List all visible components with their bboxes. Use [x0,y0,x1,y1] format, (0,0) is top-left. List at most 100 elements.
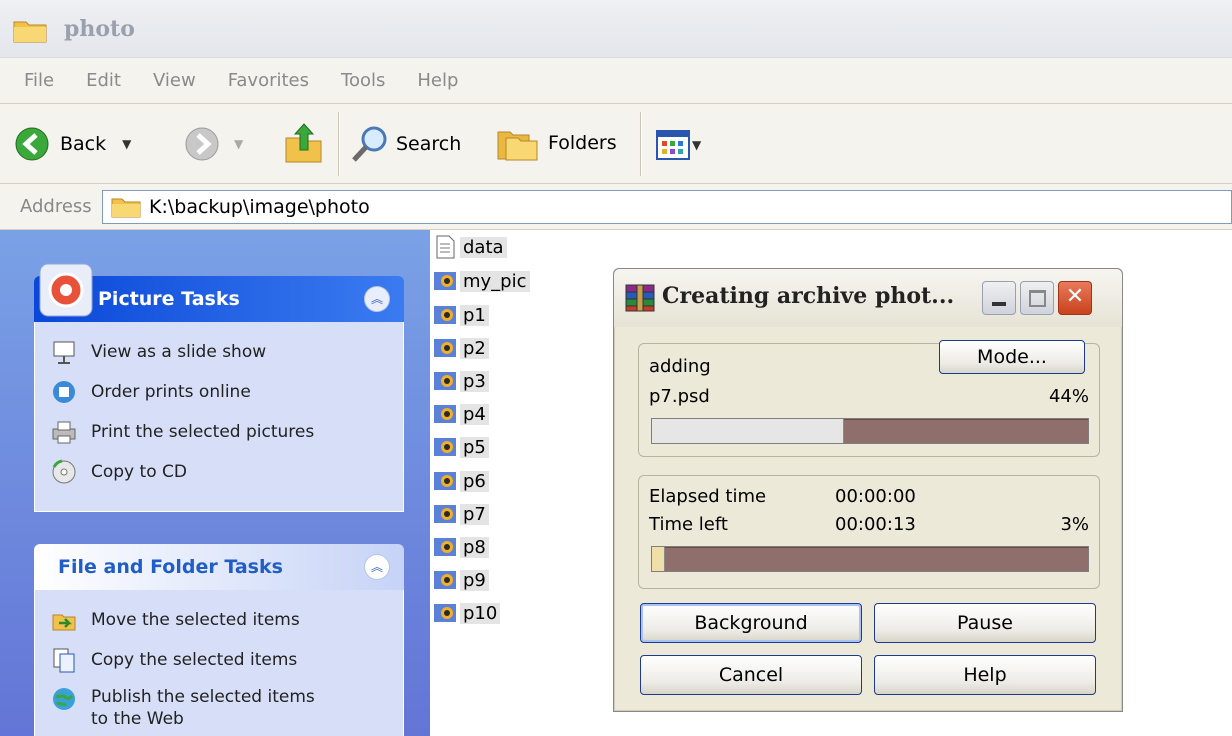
list-item[interactable]: p9 [432,565,489,595]
close-button[interactable]: ✕ [1058,281,1092,315]
image-file-icon [434,571,456,589]
file-folder-tasks-body: Move the selected items Copy the selecte… [34,590,404,736]
help-button[interactable]: Help [874,655,1096,695]
slideshow-icon [53,341,75,364]
task-order-prints[interactable]: Order prints online [51,372,387,412]
folders-button[interactable]: Folders [496,124,617,162]
task-copy-items[interactable]: Copy the selected items [51,640,387,680]
file-folder-tasks-panel: File and Folder Tasks ︽ Move the selecte… [34,544,404,736]
menu-tools[interactable]: Tools [341,70,385,91]
image-file-icon [434,306,456,324]
order-prints-icon [53,381,75,403]
address-label: Address [20,196,92,217]
explorer-window: { "window": { "title": "photo" }, "menu"… [0,0,1232,736]
minimize-button[interactable] [982,281,1016,315]
mode-button[interactable]: Mode... [939,340,1085,374]
list-item[interactable]: p1 [432,300,489,330]
address-bar: Address K:\backup\image\photo [0,184,1232,230]
up-folder-button[interactable] [284,122,324,164]
menu-help[interactable]: Help [417,70,458,91]
address-field[interactable]: K:\backup\image\photo [102,190,1232,224]
total-progress-bar [651,546,1089,572]
elapsed-value: 00:00:00 [835,486,916,507]
file-progress-bar [651,418,1089,444]
task-copy-to-cd[interactable]: Copy to CD [51,452,387,492]
image-file-icon [434,438,456,456]
maximize-button[interactable] [1020,281,1054,315]
image-file-icon [434,405,456,423]
list-item[interactable]: p2 [432,333,489,363]
folder-icon [111,198,141,218]
move-icon [52,614,76,631]
background-button[interactable]: Background [640,603,862,643]
menu-bar: File Edit View Favorites Tools Help [0,58,1232,104]
file-folder-tasks-title: File and Folder Tasks [58,556,283,578]
archive-progress-dialog: Creating archive phot... ✕ Mode... addin… [613,268,1123,712]
list-item[interactable]: p4 [432,399,489,429]
time-left-value: 00:00:13 [835,514,916,535]
menu-favorites[interactable]: Favorites [228,70,309,91]
action-text: adding [649,356,711,377]
image-file-icon [434,505,456,523]
menu-edit[interactable]: Edit [86,70,121,91]
toolbar-separator [338,112,340,176]
image-file-icon [434,272,456,290]
window-title: photo [64,16,135,42]
cancel-button[interactable]: Cancel [640,655,862,695]
search-icon [352,126,387,162]
folders-icon [497,131,538,161]
task-publish-web[interactable]: Publish the selected items to the Web [51,680,387,730]
publish-web-icon [53,688,75,710]
text-file-icon [436,235,455,259]
printer-icon [52,421,76,444]
task-pane: Picture Tasks ︽ View as a slide show Ord… [0,230,430,736]
list-item[interactable]: p5 [432,432,489,462]
folder-icon [13,21,47,43]
list-item[interactable]: data [432,232,507,262]
pause-button[interactable]: Pause [874,603,1096,643]
collapse-chevron-icon[interactable]: ︽ [364,286,390,312]
picture-tasks-icon [39,263,93,317]
views-icon [656,130,690,160]
list-item[interactable]: p7 [432,499,489,529]
picture-tasks-title: Picture Tasks [98,288,240,310]
image-file-icon [434,372,456,390]
dialog-title: Creating archive phot... [662,283,955,309]
views-button[interactable]: ▼ [656,130,701,160]
task-view-slideshow[interactable]: View as a slide show [51,332,387,372]
list-item[interactable]: p6 [432,466,489,496]
list-item[interactable]: p3 [432,366,489,396]
total-progress-group: Elapsed time 00:00:00 Time left 00:00:13… [638,475,1100,589]
list-item[interactable]: my_pic [432,266,530,296]
image-file-icon [434,339,456,357]
cd-icon [52,459,76,484]
views-dropdown-icon[interactable]: ▼ [692,138,701,152]
forward-button[interactable]: ▼ [184,126,243,162]
task-print-pictures[interactable]: Print the selected pictures [51,412,387,452]
toolbar-separator [640,112,642,176]
collapse-chevron-icon[interactable]: ︽ [364,554,390,580]
total-progress-fill [652,547,666,571]
back-arrow-icon [15,127,49,161]
back-dropdown-icon[interactable]: ▼ [122,137,131,151]
menu-file[interactable]: File [24,70,54,91]
forward-dropdown-icon[interactable]: ▼ [234,137,243,151]
task-move-items[interactable]: Move the selected items [51,600,387,640]
list-item[interactable]: p8 [432,532,489,562]
file-folder-tasks-header[interactable]: File and Folder Tasks ︽ [34,544,404,590]
folders-label: Folders [548,132,617,154]
time-left-label: Time left [649,514,728,535]
elapsed-label: Elapsed time [649,486,767,507]
toolbar: Back ▼ ▼ Search Folders ▼ [0,104,1232,184]
file-progress-group: Mode... adding p7.psd 44% [638,340,1100,457]
search-button[interactable]: Search [350,124,461,164]
address-path: K:\backup\image\photo [149,196,370,218]
current-file: p7.psd [649,386,710,407]
menu-view[interactable]: View [153,70,196,91]
dialog-title-bar[interactable]: Creating archive phot... ✕ [614,269,1122,327]
image-file-icon [434,538,456,556]
back-label: Back [60,133,107,155]
back-button[interactable]: Back ▼ [14,126,131,162]
title-bar: photo [0,0,1232,58]
list-item[interactable]: p10 [432,598,501,628]
